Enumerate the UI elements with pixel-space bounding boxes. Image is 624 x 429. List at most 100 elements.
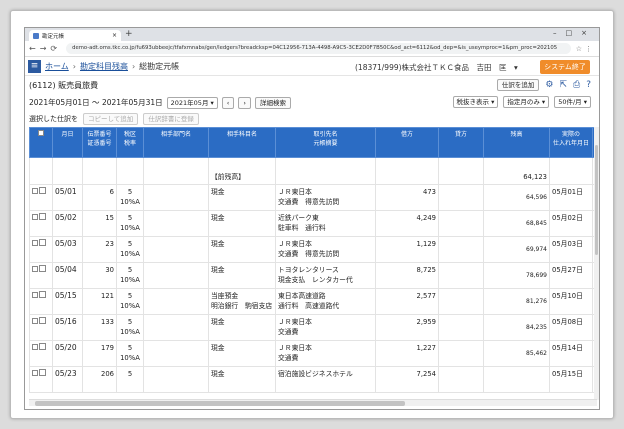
row-dept [143, 366, 209, 393]
row-checkbox[interactable] [32, 370, 38, 376]
browser-tab[interactable]: 勘定元帳 × [29, 30, 121, 41]
export-icon[interactable]: ⇱ [559, 80, 567, 90]
row-select-cell[interactable] [29, 184, 53, 211]
filter-select[interactable]: 指定月のみ ▾ [503, 96, 550, 108]
table-row[interactable]: 05/01 6 5 10%A 現金 ＪＲ東日本 交通費 得意先訪問 473 64,596 05月0… [29, 184, 597, 211]
register-dict-button[interactable]: 仕訳辞書に登録 [143, 113, 199, 125]
row-select-cell[interactable] [29, 314, 53, 341]
breadcrumb-home[interactable]: ホーム [45, 61, 69, 72]
extension-icons[interactable]: ☆⋮ [576, 45, 595, 53]
col-purchase-date[interactable]: 実際の 仕入れ年月日 [549, 127, 593, 158]
close-tab-icon[interactable]: × [112, 32, 117, 39]
settings-icon[interactable]: ⚙ [545, 80, 553, 90]
note-icon[interactable] [39, 265, 46, 272]
col-partner[interactable]: 取引先名 元帳摘要 [275, 127, 376, 158]
table-header: 月日 伝票番号 証憑番号 税区 税率 相手部門名 相手科目名 取引先名 元帳摘要… [29, 127, 597, 158]
help-icon[interactable]: ? [586, 80, 591, 90]
note-icon[interactable] [39, 187, 46, 194]
next-month-button[interactable]: › [238, 96, 252, 109]
note-icon[interactable] [39, 291, 46, 298]
row-account: 現金 [211, 344, 225, 352]
row-partner-cell: ＪＲ東日本 交通費 得意先訪問 [275, 184, 376, 211]
ledger-table: 月日 伝票番号 証憑番号 税区 税率 相手部門名 相手科目名 取引先名 元帳摘要… [29, 127, 597, 400]
row-memo: 通行料 高速道路代 [278, 302, 340, 310]
table-row[interactable]: 05/02 15 5 10%A 現金 近鉄パーク東 駐車料 通行料 4,249 68,845 05… [29, 210, 597, 237]
row-checkbox[interactable] [32, 344, 38, 350]
row-select-cell[interactable] [29, 236, 53, 263]
page-size-select[interactable]: 50件/月 ▾ [554, 96, 591, 108]
table-row[interactable]: 05/03 23 5 10%A 現金 ＪＲ東日本 交通費 得意先訪問 1,129 69,974 0… [29, 236, 597, 263]
copy-add-button[interactable]: コピーして追加 [83, 113, 139, 125]
row-rate: 10%A [120, 302, 140, 310]
prev-month-button[interactable]: ‹ [221, 96, 235, 109]
page-size-value: 50件/月 [558, 98, 582, 106]
col-balance[interactable]: 残高 [483, 127, 550, 158]
table-row[interactable]: 05/232065現金宿泊施設ビジネスホテル7,25405月15日22, [29, 366, 597, 393]
window-controls[interactable]: –□× [553, 29, 596, 37]
row-balance: 81,276 [526, 298, 547, 305]
col-credit[interactable]: 貸方 [438, 127, 484, 158]
row-rate: 10%A [120, 276, 140, 284]
row-credit [438, 288, 484, 315]
col-debit[interactable]: 借方 [375, 127, 439, 158]
row-balance-cell [483, 366, 550, 393]
row-credit [438, 314, 484, 341]
horizontal-scrollbar[interactable] [29, 399, 597, 406]
select-all-checkbox[interactable] [38, 130, 44, 136]
nav-icons[interactable]: ←→⟳ [29, 44, 61, 53]
note-icon[interactable] [39, 239, 46, 246]
breadcrumb-balances[interactable]: 勘定科目残高 [80, 61, 128, 72]
row-tax-cell: 5 10%A [116, 262, 144, 289]
table-row[interactable]: 05/16 133 5 10%A 現金 ＪＲ東日本 交通費 2,959 84,235 05月08日… [29, 314, 597, 341]
month-select[interactable]: 2021年05月 ▾ [166, 96, 218, 109]
row-select-cell[interactable] [29, 262, 53, 289]
row-memo: 交通費 得意先訪問 [278, 198, 340, 206]
col-slip-no[interactable]: 伝票番号 証憑番号 [82, 127, 117, 158]
new-tab-icon[interactable]: + [125, 29, 133, 39]
row-account: 現金 [211, 370, 225, 378]
table-row[interactable]: 05/04 30 5 10%A 現金 トヨタレンタリース 現金支払 レンタカー代 8,725 7… [29, 262, 597, 289]
row-checkbox[interactable] [32, 240, 38, 246]
row-credit [438, 340, 484, 367]
vertical-scroll-thumb[interactable] [595, 145, 598, 255]
vertical-scrollbar[interactable] [594, 127, 599, 400]
row-debit: 473 [375, 184, 439, 211]
note-icon[interactable] [39, 317, 46, 324]
col-dept[interactable]: 相手部門名 [143, 127, 209, 158]
company-name[interactable]: (18371/999)株式会社ＴＫＣ食品 吉田 匡 ▾ [355, 62, 518, 73]
note-icon[interactable] [39, 369, 46, 376]
row-slip-no: 15 [82, 210, 117, 237]
col-tax[interactable]: 税区 税率 [116, 127, 144, 158]
print-icon[interactable]: ⎙ [573, 80, 580, 90]
row-checkbox[interactable] [32, 292, 38, 298]
row-partner: ＪＲ東日本 [278, 240, 312, 248]
row-tax: 5 [127, 292, 133, 300]
tax-display-select[interactable]: 税抜き表示 ▾ [452, 96, 499, 108]
row-select-cell[interactable] [29, 340, 53, 367]
table-row[interactable]: 05/15 121 5 10%A 当座預金 明治銀行 駒宿支店 東日本高速道路 通行料 高速道… [29, 288, 597, 315]
add-journal-button[interactable]: 仕訳を追加 [496, 79, 540, 91]
row-checkbox[interactable] [32, 318, 38, 324]
table-row[interactable]: 05/20 179 5 10%A 現金 ＪＲ東日本 交通費 1,227 85,462 05月14日… [29, 340, 597, 367]
row-select-cell[interactable] [29, 210, 53, 237]
select-all-cell[interactable] [29, 127, 53, 158]
url-field[interactable]: demo-adt.oms.tkc.co.jp/fu693ubbeejc/tfaf… [66, 43, 571, 54]
row-select-cell[interactable] [29, 366, 53, 393]
row-account-cell: 現金 [208, 236, 276, 263]
note-icon[interactable] [39, 213, 46, 220]
row-checkbox[interactable] [32, 214, 38, 220]
row-checkbox[interactable] [32, 266, 38, 272]
row-credit [438, 210, 484, 237]
row-select-cell[interactable] [29, 288, 53, 315]
row-memo: 駐車料 通行料 [278, 224, 326, 232]
filter-value: 指定月のみ [507, 98, 540, 106]
note-icon[interactable] [39, 343, 46, 350]
row-checkbox[interactable] [32, 188, 38, 194]
row-purchase-date: 05月02日 [549, 210, 593, 237]
detail-search-button[interactable]: 詳細検索 [255, 96, 292, 109]
menu-icon[interactable]: ≡ [28, 59, 41, 73]
col-date[interactable]: 月日 [52, 127, 83, 158]
col-account[interactable]: 相手科目名 [208, 127, 276, 158]
system-exit-button[interactable]: システム終了 [540, 60, 590, 74]
horizontal-scroll-thumb[interactable] [35, 401, 405, 406]
